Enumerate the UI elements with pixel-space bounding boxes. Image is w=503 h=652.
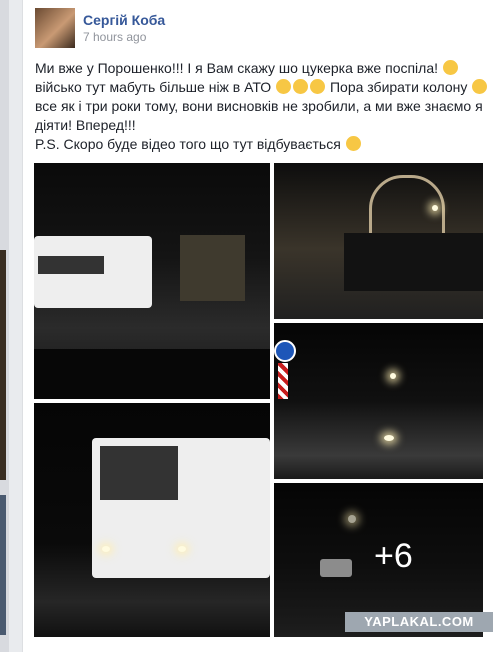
car-dashboard	[34, 349, 270, 399]
white-bus	[34, 236, 152, 308]
left-sidebar-strip	[0, 0, 9, 652]
bus-windshield	[100, 446, 178, 500]
photo-tour-bus-night[interactable]	[34, 403, 270, 637]
post-line: діяти! Вперед!!!	[35, 117, 136, 133]
bus-headlight	[178, 546, 186, 552]
photo-grid: +6	[34, 163, 483, 637]
post-timestamp[interactable]: 7 hours ago	[83, 30, 146, 44]
post-card: Сергій Коба 7 hours ago Ми вже у Порошен…	[22, 0, 503, 652]
tour-bus	[92, 438, 270, 578]
road-sign	[274, 340, 296, 362]
avatar[interactable]	[35, 8, 75, 48]
emoji-icon	[472, 79, 488, 94]
bus-window	[38, 256, 104, 274]
photo-road-cars-night[interactable]	[274, 323, 483, 479]
laughing-emoji-icon	[442, 60, 458, 75]
post-line-text: Ми вже у Порошенко!!! І я Вам скажу шо ц…	[35, 60, 439, 76]
post-line-text: Пора збирати колону	[329, 79, 468, 95]
flushed-emoji-icon	[293, 79, 309, 94]
post-line: військо тут мабуть більше ніж в АТО Пора…	[35, 78, 503, 97]
photo-white-bus-night[interactable]	[34, 163, 270, 399]
sidebar-thumbnail[interactable]	[0, 495, 6, 635]
bus-headlight	[102, 546, 110, 552]
crowd	[344, 233, 483, 291]
car-headlight	[384, 435, 394, 441]
photo-gate-crowd-night[interactable]	[274, 163, 483, 319]
watermark: YAPLAKAL.COM	[345, 612, 493, 632]
halo-emoji-icon	[345, 136, 361, 151]
post-line: все як і три роки тому, вони висновків н…	[35, 98, 483, 114]
more-photos-count[interactable]: +6	[374, 537, 413, 576]
post-line: P.S. Скоро буде відео того що тут відбув…	[35, 135, 503, 154]
truck	[180, 235, 245, 301]
flushed-emoji-icon	[276, 79, 292, 94]
post-text: Ми вже у Порошенко!!! І я Вам скажу шо ц…	[35, 59, 503, 154]
post-line: Ми вже у Порошенко!!! І я Вам скажу шо ц…	[35, 59, 503, 78]
striped-post	[278, 363, 288, 399]
street-light	[432, 205, 438, 211]
post-line-text: P.S. Скоро буде відео того що тут відбув…	[35, 136, 341, 152]
post-author[interactable]: Сергій Коба	[83, 12, 165, 28]
street-light	[390, 373, 396, 379]
sidebar-thumbnail[interactable]	[0, 250, 6, 480]
flushed-emoji-icon	[310, 79, 326, 94]
post-line-text: військо тут мабуть більше ніж в АТО	[35, 79, 272, 95]
